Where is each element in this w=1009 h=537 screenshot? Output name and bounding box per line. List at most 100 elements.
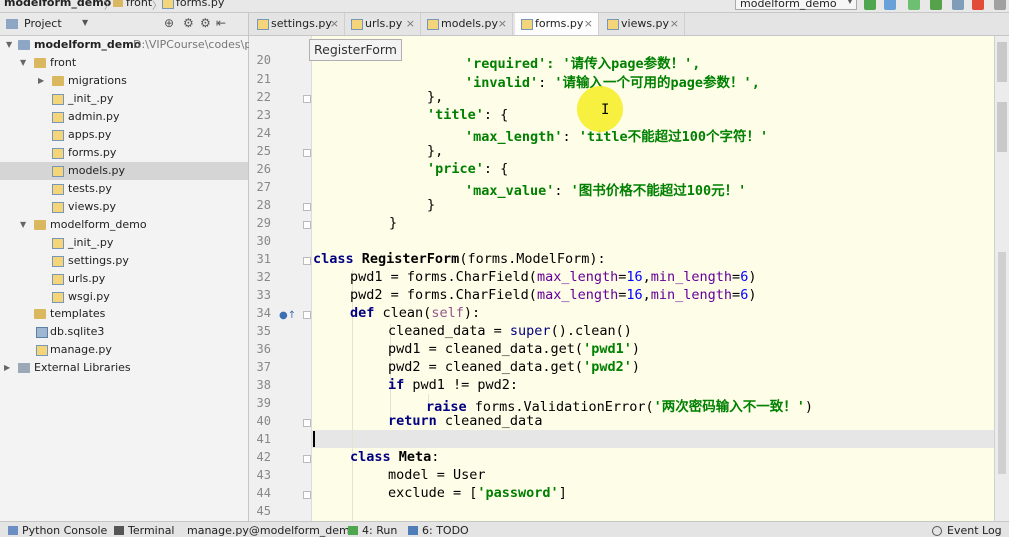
current-line-highlight (249, 430, 994, 448)
tree-item-label: settings.py (68, 254, 129, 267)
code-line: 'invalid': '请输入一个可用的page参数！', (465, 75, 760, 91)
tree-item-root[interactable]: ▼ modelform_demo D:\VIPCourse\codes\py (0, 36, 258, 54)
tree-item-file[interactable]: _init_.py (0, 234, 248, 252)
fold-marker-icon[interactable] (303, 257, 311, 265)
tree-item-file[interactable]: db.sqlite3 (0, 323, 248, 341)
fold-marker-icon[interactable] (303, 311, 311, 319)
concurrency-icon[interactable] (952, 0, 964, 10)
tab-forms[interactable]: forms.py × (515, 13, 599, 35)
collapsed-arrow-icon[interactable]: ▶ (38, 72, 46, 90)
code-line: 'max_length': 'title不能超过100个字符！' (465, 129, 769, 145)
line-number: 24 (256, 126, 271, 140)
close-icon[interactable]: × (498, 13, 507, 35)
breadcrumb-project[interactable]: modelform_demo (4, 0, 111, 9)
code-line: } (427, 197, 436, 213)
settings-icon[interactable]: ⚙ (183, 16, 194, 30)
python-console-icon (8, 526, 18, 535)
code-editor[interactable]: 20 21 22 23 24 25 26 27 28 29 30 31 32 3… (249, 36, 994, 521)
python-file-icon (257, 19, 269, 30)
fold-marker-icon[interactable] (303, 419, 311, 427)
code-line: class Meta: (350, 449, 440, 465)
fold-marker-icon[interactable] (303, 221, 311, 229)
editor-scrollbar[interactable] (994, 36, 1009, 521)
fold-marker-icon[interactable] (303, 95, 311, 103)
tree-item-file[interactable]: views.py (0, 198, 248, 216)
tree-item-file[interactable]: forms.py (0, 144, 248, 162)
tree-item-file[interactable]: urls.py (0, 270, 248, 288)
close-icon[interactable]: × (406, 13, 415, 35)
code-line: 'title': { (427, 107, 509, 123)
close-icon[interactable]: × (584, 13, 593, 35)
data-view-tool-icon[interactable] (997, 42, 1007, 82)
collapsed-arrow-icon[interactable]: ▶ (4, 359, 12, 377)
debug-icon[interactable] (884, 0, 896, 10)
tree-item-file[interactable]: settings.py (0, 252, 248, 270)
code-line: pwd1 = forms.CharField(max_length=16,min… (350, 269, 757, 285)
fold-marker-icon[interactable] (303, 149, 311, 157)
tree-item-migrations[interactable]: ▶ migrations (0, 72, 248, 90)
library-icon (18, 363, 30, 373)
tree-item-file-selected[interactable]: models.py (0, 162, 248, 180)
line-number: 38 (256, 378, 271, 392)
run-icon[interactable] (864, 0, 876, 10)
breadcrumb-file[interactable]: forms.py (176, 0, 224, 9)
tree-item-file[interactable]: admin.py (0, 108, 248, 126)
tab-label: settings.py (271, 17, 332, 30)
line-number: 41 (256, 432, 271, 446)
breadcrumb-folder[interactable]: front (126, 0, 152, 9)
python-file-icon (52, 292, 64, 303)
profile-icon[interactable] (930, 0, 942, 10)
fold-marker-icon[interactable] (303, 203, 311, 211)
python-console-button[interactable]: Python Console (22, 524, 107, 537)
stop-icon[interactable] (972, 0, 984, 10)
manage-py-button[interactable]: manage.py@modelform_demo (187, 524, 357, 537)
terminal-button[interactable]: Terminal (128, 524, 175, 537)
fold-marker-icon[interactable] (303, 491, 311, 499)
scrollbar-thumb[interactable] (998, 252, 1006, 474)
expand-arrow-icon[interactable]: ▼ (20, 216, 28, 234)
fold-marker-icon[interactable] (303, 455, 311, 463)
tree-item-file[interactable]: wsgi.py (0, 288, 248, 306)
close-icon[interactable]: × (330, 13, 339, 35)
scroll-from-source-icon[interactable]: ⊕ (164, 16, 174, 30)
tree-item-file[interactable]: tests.py (0, 180, 248, 198)
database-tool-icon[interactable] (997, 102, 1007, 152)
python-file-icon (52, 274, 64, 285)
gear-icon[interactable]: ⚙ (200, 16, 211, 30)
line-number: 33 (256, 288, 271, 302)
tree-item-external-libraries[interactable]: ▶ External Libraries (0, 359, 248, 377)
todo-icon (408, 526, 418, 535)
expand-arrow-icon[interactable]: ▼ (6, 36, 14, 54)
line-number: 45 (256, 504, 271, 518)
project-panel-title[interactable]: Project (24, 17, 62, 30)
tree-item-front[interactable]: ▼ front (0, 54, 248, 72)
override-method-icon[interactable]: ●↑ (279, 310, 296, 322)
tab-urls[interactable]: urls.py × (345, 13, 421, 35)
context-hint-tooltip: RegisterForm (309, 39, 402, 61)
python-file-icon (521, 19, 533, 30)
run-configuration-select[interactable]: modelform_demo ▼ (735, 0, 857, 10)
mouse-cursor-icon: I (601, 102, 610, 118)
expand-arrow-icon[interactable]: ▼ (20, 54, 28, 72)
coverage-icon[interactable] (908, 0, 920, 10)
todo-button[interactable]: 6: TODO (422, 524, 469, 537)
run-configuration-label: modelform_demo (740, 0, 837, 10)
close-icon[interactable]: × (670, 13, 679, 35)
tree-item-file[interactable]: _init_.py (0, 90, 248, 108)
search-everywhere-icon[interactable] (994, 0, 1006, 10)
tree-item-templates[interactable]: templates (0, 305, 248, 323)
tree-item-package[interactable]: ▼ modelform_demo (0, 216, 248, 234)
tree-item-file[interactable]: apps.py (0, 126, 248, 144)
tree-item-label: views.py (68, 200, 117, 213)
run-button[interactable]: 4: Run (362, 524, 397, 537)
chevron-down-icon[interactable]: ▼ (82, 18, 88, 27)
tab-models[interactable]: models.py × (421, 13, 513, 35)
code-line: class RegisterForm(forms.ModelForm): (313, 251, 606, 267)
code-line: 'max_value': '图书价格不能超过100元！' (465, 183, 747, 199)
tab-views[interactable]: views.py × (601, 13, 685, 35)
collapse-icon[interactable]: ⇤ (216, 16, 226, 30)
tab-settings[interactable]: settings.py × (251, 13, 345, 35)
python-file-icon (607, 19, 619, 30)
event-log-button[interactable]: Event Log (947, 524, 1002, 537)
tree-item-file[interactable]: manage.py (0, 341, 248, 359)
